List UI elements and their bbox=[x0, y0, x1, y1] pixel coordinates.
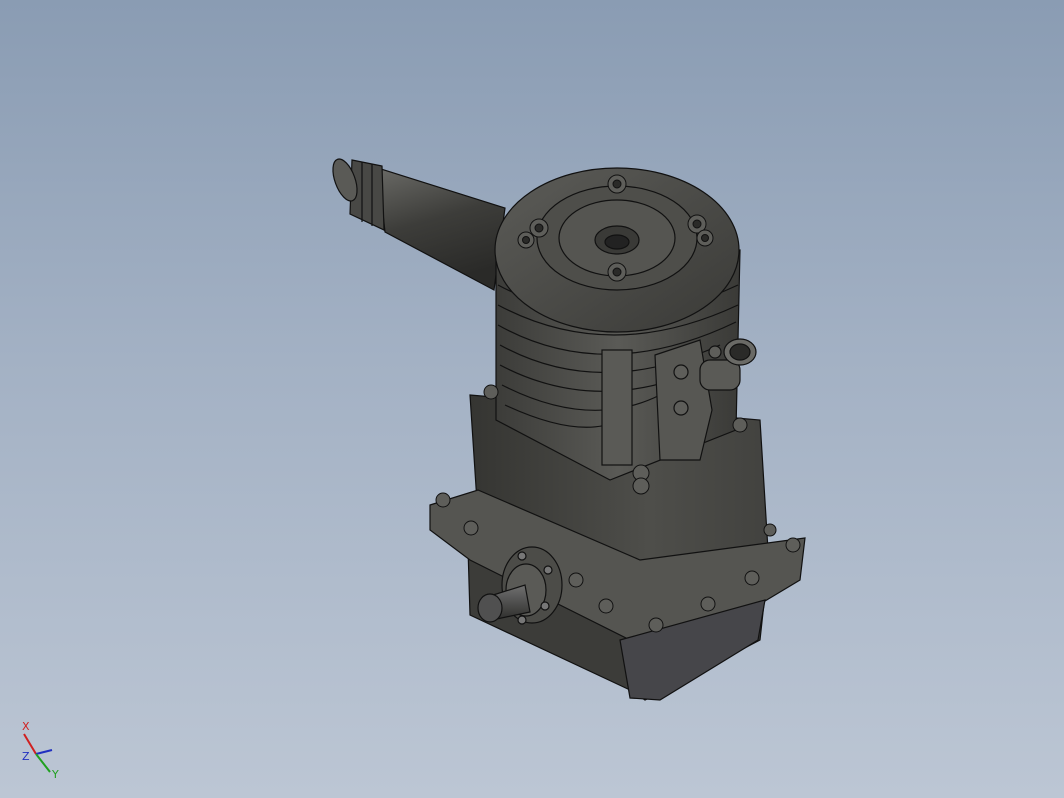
axis-triad: X Z Y bbox=[22, 720, 59, 780]
y-axis-label: Y bbox=[51, 768, 59, 780]
z-axis-label: Z bbox=[22, 750, 30, 763]
z-axis-line bbox=[35, 749, 53, 755]
x-axis-label: X bbox=[22, 720, 30, 733]
exhaust-pipe[interactable] bbox=[328, 156, 506, 291]
graphics-viewport[interactable]: X Z Y bbox=[0, 0, 1064, 798]
engine-model[interactable] bbox=[0, 0, 1064, 798]
y-axis-line bbox=[35, 753, 51, 773]
